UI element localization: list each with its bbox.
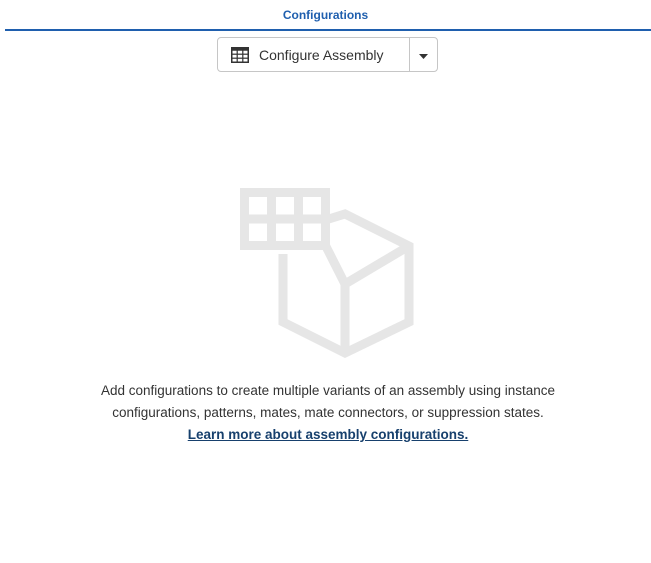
configure-assembly-label: Configure Assembly bbox=[259, 46, 384, 63]
configure-assembly-button[interactable]: Configure Assembly bbox=[218, 38, 409, 71]
empty-state-message: Add configurations to create multiple va… bbox=[95, 380, 561, 446]
configure-assembly-split-button[interactable]: Configure Assembly bbox=[217, 37, 438, 72]
panel-header: Configurations bbox=[0, 0, 651, 31]
configure-assembly-dropdown-button[interactable] bbox=[410, 38, 437, 71]
learn-more-link[interactable]: Learn more about assembly configurations… bbox=[188, 427, 469, 442]
table-icon bbox=[231, 46, 249, 63]
panel-title: Configurations bbox=[282, 8, 369, 22]
header-divider bbox=[5, 29, 651, 31]
caret-down-icon bbox=[419, 46, 428, 64]
configuration-cube-icon bbox=[240, 188, 414, 359]
empty-state-description: Add configurations to create multiple va… bbox=[101, 383, 555, 420]
